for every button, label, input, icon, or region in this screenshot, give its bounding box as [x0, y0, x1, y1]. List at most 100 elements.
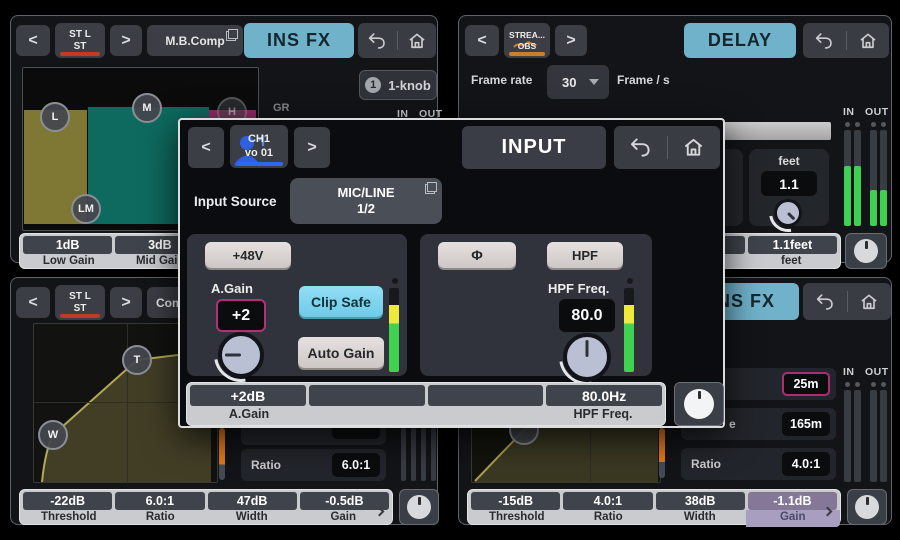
footer-cell[interactable] — [309, 385, 425, 406]
knob-indicator — [586, 340, 589, 357]
undo-icon[interactable] — [367, 32, 387, 50]
page-title: INS FX — [244, 23, 354, 58]
knob-indicator — [225, 354, 241, 357]
footer-cell-hpf-freq[interactable]: 80.0Hz — [546, 385, 662, 406]
attack-value-box[interactable]: 25m — [782, 372, 830, 396]
footer-cell-width[interactable]: 38dB — [656, 492, 745, 510]
footer-cell-threshold[interactable]: -22dB — [23, 492, 112, 510]
undo-icon[interactable] — [814, 32, 834, 50]
footer-label: HPF Freq. — [544, 407, 662, 423]
hpf-freq-knob[interactable] — [563, 333, 611, 381]
ratio-row: Ratio 6.0:1 — [241, 449, 386, 481]
next-channel-button[interactable]: > — [110, 287, 142, 318]
in-meter-label: IN — [843, 106, 855, 118]
hpf-button[interactable]: HPF — [547, 242, 623, 268]
clip-safe-button[interactable]: Clip Safe — [299, 286, 383, 317]
divider — [397, 31, 398, 50]
footer-cell-gain-selected[interactable]: -1.1dB — [748, 492, 837, 510]
footer-label: A.Gain — [190, 407, 308, 423]
next-channel-button[interactable]: > — [294, 127, 330, 168]
one-knob-button[interactable]: 1 1-knob — [359, 70, 437, 100]
hpf-freq-value-box[interactable]: 80.0 — [559, 299, 615, 332]
footer-cell-width[interactable]: 47dB — [208, 492, 297, 510]
analog-gain-knob[interactable] — [218, 332, 264, 378]
mixer-screen: { "colors": { "accent_cyan": "#6fb2ca", … — [0, 0, 900, 540]
clip-led — [627, 278, 633, 284]
clip-led — [392, 278, 398, 284]
ratio-value-box[interactable]: 4.0:1 — [782, 452, 830, 476]
fx-preset-label: M.B.Comp — [165, 34, 224, 48]
delay-knob[interactable] — [774, 199, 802, 227]
one-knob-badge-icon: 1 — [365, 77, 381, 93]
gain-section: +48V A.Gain +2 Clip Safe Auto Gain — [187, 234, 407, 376]
divider — [667, 136, 668, 160]
hpf-freq-label: HPF Freq. — [548, 281, 609, 296]
fx-preset-button[interactable]: M.B.Comp — [147, 25, 243, 56]
footer-label: Width — [654, 511, 746, 525]
out-meter-r — [880, 130, 887, 226]
undo-icon[interactable] — [815, 293, 835, 311]
phase-button[interactable]: Φ — [438, 242, 516, 268]
in-meter-r — [854, 390, 861, 482]
ratio-value-box[interactable]: 6.0:1 — [332, 453, 380, 477]
channel-select-button[interactable]: STREA... OBS — [504, 23, 550, 58]
channel-name-line2: ST — [74, 41, 87, 53]
channel-select-button[interactable]: CH1 vo 01 — [230, 125, 288, 168]
footer-cell-gain[interactable]: -0.5dB — [300, 492, 389, 510]
out-meter-r — [880, 390, 887, 482]
prev-channel-button[interactable]: < — [16, 287, 50, 318]
frame-rate-dropdown[interactable]: 30 — [547, 65, 609, 99]
undo-icon[interactable] — [629, 137, 652, 158]
footer-cell-threshold[interactable]: -15dB — [471, 492, 560, 510]
knob-assign-button[interactable] — [674, 382, 724, 426]
home-icon[interactable] — [407, 31, 427, 51]
home-icon[interactable] — [859, 292, 879, 312]
footer-cell-ratio[interactable]: 4.0:1 — [563, 492, 652, 510]
clip-led — [845, 122, 850, 127]
band-handle-low[interactable]: L — [40, 102, 70, 132]
knob-icon — [854, 239, 878, 263]
analog-gain-label: A.Gain — [211, 281, 253, 296]
prev-channel-button[interactable]: < — [465, 25, 499, 56]
page-title: DELAY — [684, 23, 796, 58]
footer-label: Threshold — [23, 511, 115, 525]
release-label-partial: e — [729, 417, 736, 431]
footer-cell-ratio[interactable]: 6.0:1 — [115, 492, 204, 510]
knob-assign-button[interactable] — [845, 233, 887, 269]
channel-select-button[interactable]: ST L ST — [55, 23, 105, 58]
input-source-button[interactable]: MIC/LINE 1/2 — [290, 178, 442, 224]
phantom-48v-button[interactable]: +48V — [205, 242, 291, 268]
footer-cell-again[interactable]: +2dB — [190, 385, 306, 406]
ratio-row: Ratio 4.0:1 — [681, 448, 836, 480]
release-value-box[interactable]: 165m — [782, 412, 830, 436]
prev-channel-button[interactable]: < — [188, 127, 224, 168]
knob-assign-button[interactable] — [847, 489, 887, 525]
footer-cell[interactable] — [428, 385, 544, 406]
prev-channel-button[interactable]: < — [16, 25, 50, 56]
band-handle-mid[interactable]: M — [132, 93, 162, 123]
next-channel-button[interactable]: > — [110, 25, 142, 56]
footer-label — [308, 407, 426, 423]
parameter-footer-bar: +2dB 80.0Hz A.Gain HPF Freq. — [186, 382, 666, 426]
out-meter-l — [870, 390, 877, 482]
band-handle-lowmid[interactable]: LM — [71, 194, 101, 224]
frame-rate-label: Frame rate — [471, 73, 532, 87]
channel-color-bar — [235, 162, 283, 166]
nav-cluster — [803, 23, 889, 58]
home-icon[interactable] — [858, 31, 878, 51]
in-meter-l — [844, 130, 851, 226]
footer-label: Ratio — [563, 511, 655, 525]
threshold-handle[interactable]: T — [122, 345, 152, 375]
delay-value-box[interactable]: 1.1 — [761, 171, 817, 196]
footer-cell-delay[interactable]: 1.1feet — [748, 236, 837, 254]
auto-gain-button[interactable]: Auto Gain — [298, 337, 384, 368]
channel-name-line2: vo 01 — [245, 147, 273, 160]
width-handle[interactable]: W — [38, 420, 68, 450]
knob-assign-button[interactable] — [399, 489, 439, 525]
next-channel-button[interactable]: > — [555, 25, 587, 56]
footer-label: Threshold — [471, 511, 563, 525]
home-icon[interactable] — [682, 136, 705, 159]
knob-icon — [407, 495, 431, 519]
footer-cell-low-gain[interactable]: 1dB — [23, 236, 112, 254]
channel-select-button[interactable]: ST L ST — [55, 285, 105, 320]
